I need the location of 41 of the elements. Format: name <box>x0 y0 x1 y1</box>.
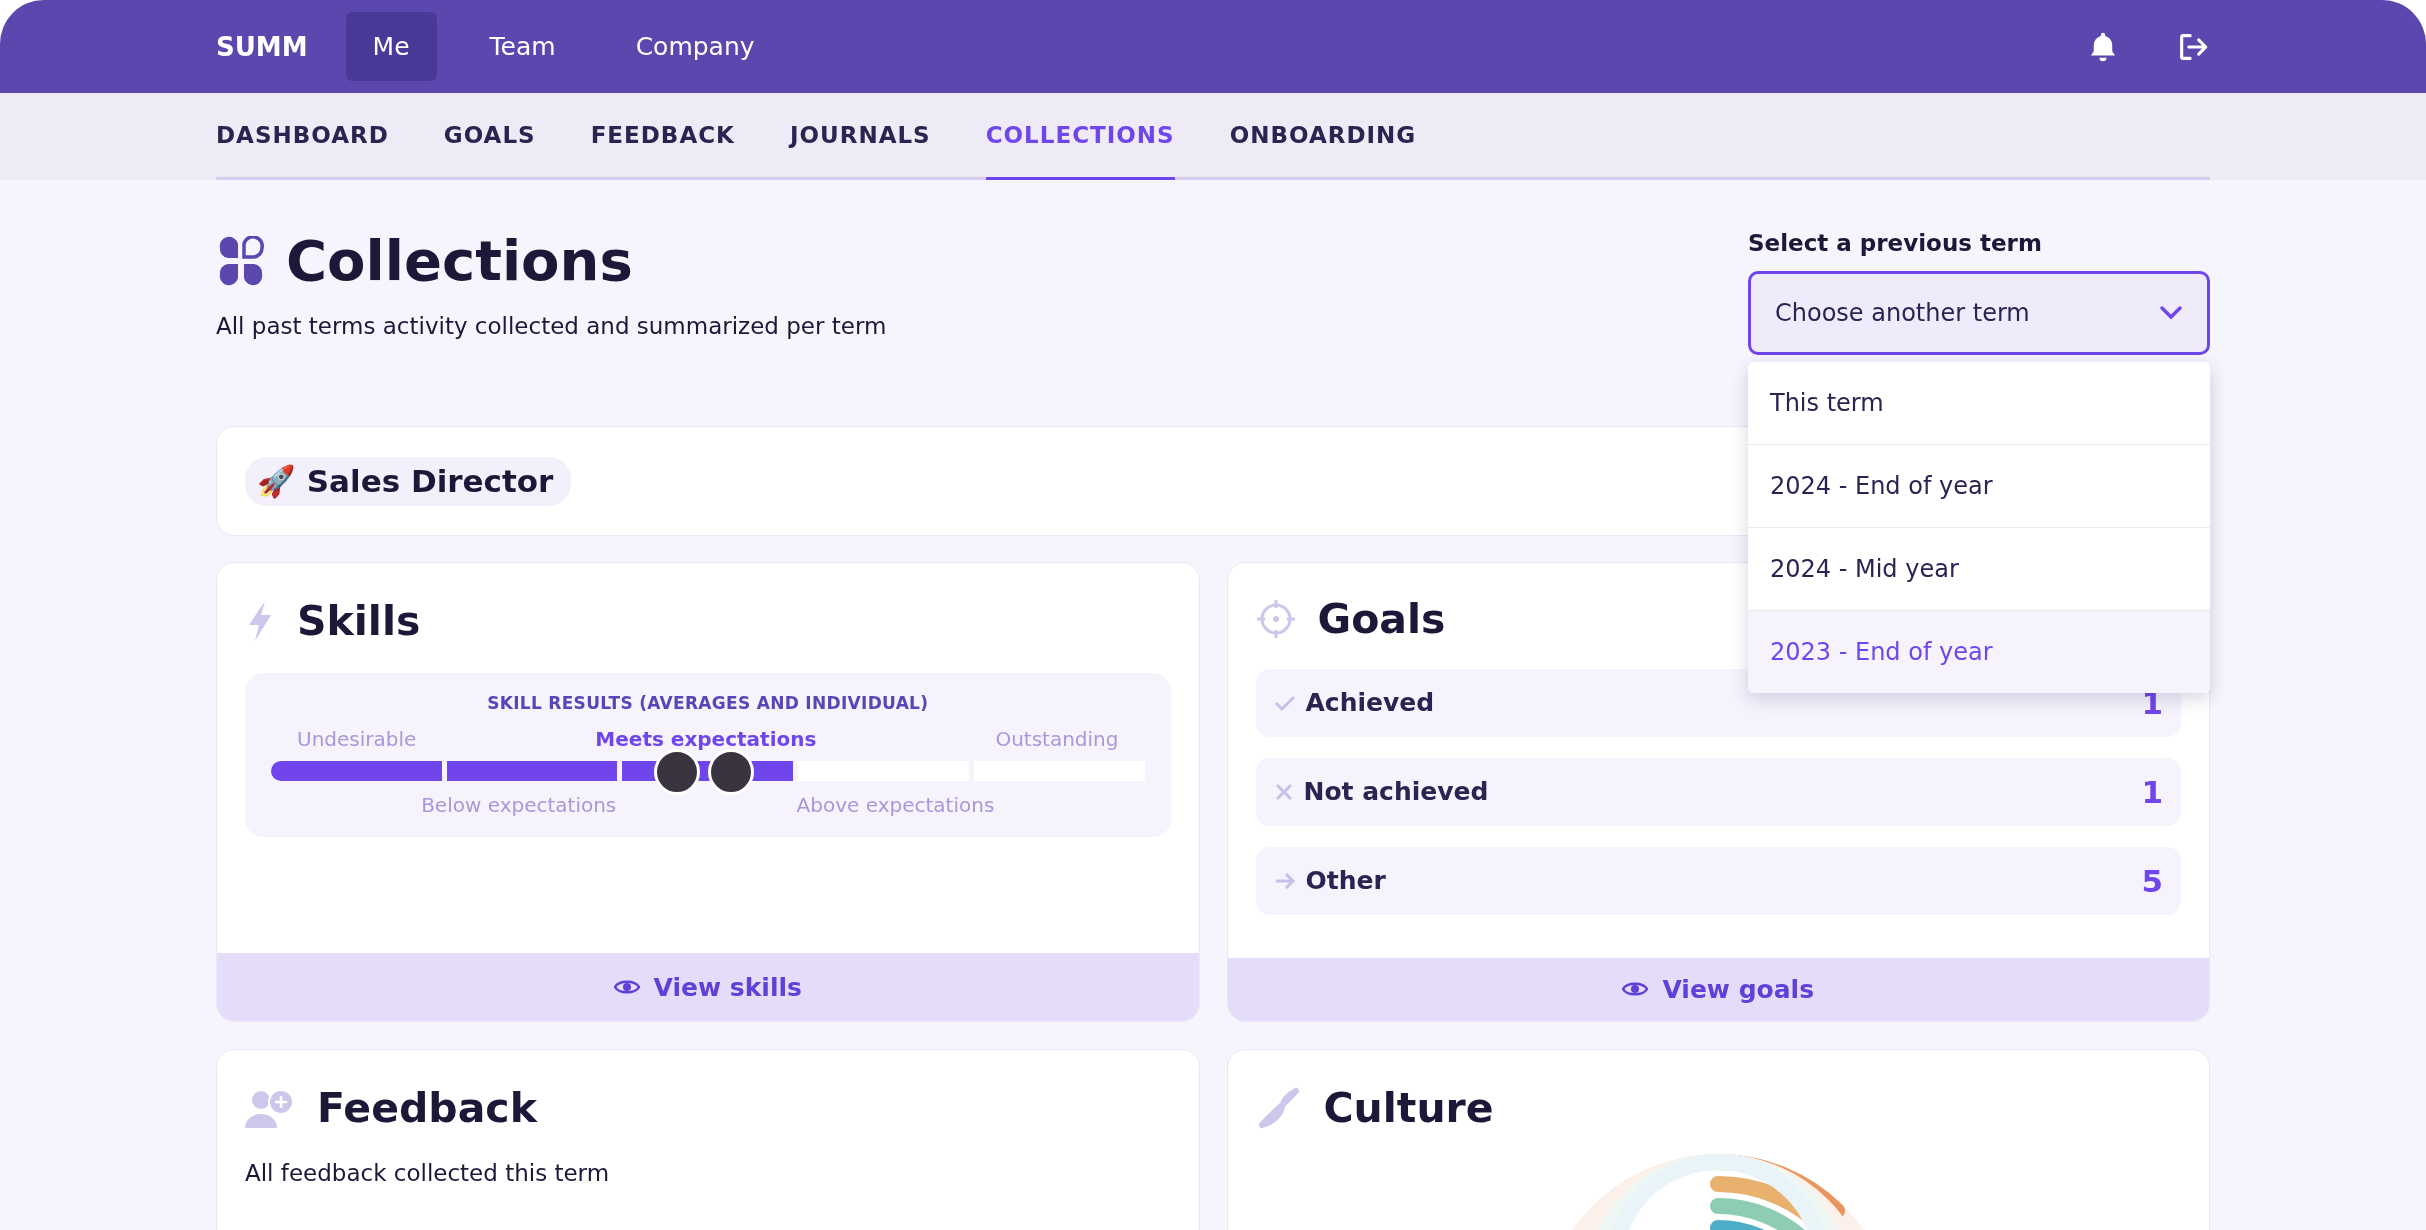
arrow-right-icon <box>1273 871 1296 890</box>
term-option[interactable]: 2023 - End of year <box>1748 611 2210 693</box>
scale-label: Meets expectations <box>595 727 817 751</box>
term-option[interactable]: This term <box>1748 362 2210 445</box>
card-subtitle: All feedback collected this term <box>245 1160 611 1186</box>
view-goals-button[interactable]: View goals <box>1227 957 2209 1021</box>
select-label: Select a previous term <box>1748 230 2043 256</box>
card-title: Culture <box>1323 1084 1494 1132</box>
chevron-icon <box>2159 305 2183 321</box>
goal-status-label: Other <box>1305 866 1386 896</box>
section-tab[interactable]: DASHBOARD <box>216 93 389 180</box>
goal-status-label: Achieved <box>1305 688 1435 718</box>
section-tab[interactable]: COLLECTIONS <box>985 93 1175 180</box>
scale-label: Outstanding <box>995 727 1119 751</box>
card-title: Skills <box>297 597 421 645</box>
page-subtitle: All past terms activity collected and summarized per term <box>216 313 887 339</box>
view-skills-button[interactable]: View skills <box>217 953 1199 1021</box>
card-title: Goals <box>1317 594 1446 643</box>
goal-count: 5 <box>2141 862 2163 899</box>
eye-icon <box>613 978 640 996</box>
goal-count: 1 <box>2141 773 2163 810</box>
term-select[interactable]: Choose another term <box>1748 271 2210 355</box>
nav-tab[interactable]: Team <box>462 12 583 81</box>
crosshair-icon <box>1255 598 1296 639</box>
cross-icon <box>1273 781 1294 802</box>
role-chip: 🚀 Sales Director <box>245 456 572 506</box>
scale-label: Above expectations <box>796 793 995 817</box>
goal-status-label: Not achieved <box>1303 777 1489 807</box>
panel-title: SKILL RESULTS (AVERAGES AND INDIVIDUAL) <box>486 693 930 713</box>
scale-label: Below expectations <box>421 793 617 817</box>
card-title: Feedback <box>317 1084 537 1132</box>
scale-label: Undesirable <box>297 727 417 751</box>
page-title: Collections <box>286 228 633 293</box>
section-tab[interactable]: GOALS <box>443 93 536 180</box>
nav-tab[interactable]: Me <box>345 12 437 81</box>
section-tab[interactable]: JOURNALS <box>789 93 931 180</box>
section-tab[interactable]: ONBOARDING <box>1229 93 1417 180</box>
section-tab[interactable]: FEEDBACK <box>590 93 735 180</box>
nav-tab[interactable]: Company <box>608 12 782 81</box>
app-logo[interactable]: SUMM <box>216 31 308 62</box>
check-icon <box>1273 693 1296 712</box>
